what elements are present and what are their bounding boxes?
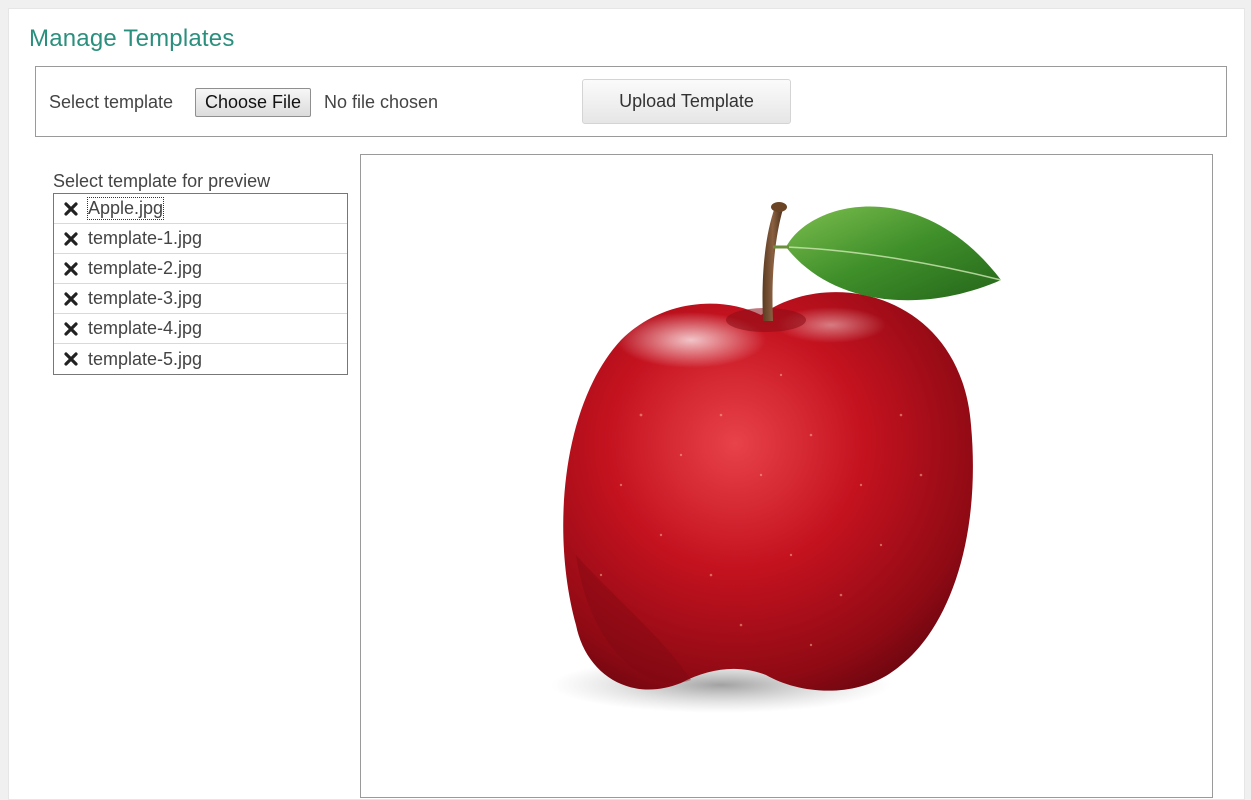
close-icon[interactable] (64, 291, 78, 306)
template-name[interactable]: template-2.jpg (88, 258, 202, 279)
template-name[interactable]: template-5.jpg (88, 349, 202, 370)
select-template-label: Select template (49, 92, 174, 112)
close-icon[interactable] (64, 321, 78, 336)
template-name[interactable]: template-4.jpg (88, 318, 202, 339)
apple-stem (762, 207, 783, 321)
close-icon[interactable] (64, 231, 78, 246)
template-list-heading: Select template for preview (53, 171, 271, 191)
template-list-item[interactable]: template-3.jpg (54, 284, 347, 314)
no-file-chosen-text: No file chosen (324, 92, 439, 112)
upload-section: Select template Choose File No file chos… (35, 66, 1227, 137)
template-preview (360, 154, 1213, 798)
template-list-item[interactable]: template-4.jpg (54, 314, 347, 344)
template-list: Apple.jpg template-1.jpg template-2.jpg … (53, 193, 348, 375)
template-name[interactable]: template-3.jpg (88, 288, 202, 309)
template-name[interactable]: template-1.jpg (88, 228, 202, 249)
template-list-item[interactable]: template-2.jpg (54, 254, 347, 284)
upload-template-button[interactable]: Upload Template (582, 79, 791, 124)
manage-templates-panel: Manage Templates Select template Choose … (8, 8, 1245, 800)
template-list-item[interactable]: Apple.jpg (54, 194, 347, 224)
close-icon[interactable] (64, 261, 78, 276)
page-title: Manage Templates (29, 25, 235, 52)
template-list-item[interactable]: template-1.jpg (54, 224, 347, 254)
apple-preview-image (551, 202, 1002, 713)
apple-leaf (786, 206, 1001, 301)
template-name[interactable]: Apple.jpg (86, 197, 165, 220)
choose-file-button[interactable]: Choose File (195, 88, 312, 117)
close-icon[interactable] (64, 201, 78, 216)
close-icon[interactable] (64, 352, 78, 366)
template-list-item[interactable]: template-5.jpg (54, 344, 347, 374)
